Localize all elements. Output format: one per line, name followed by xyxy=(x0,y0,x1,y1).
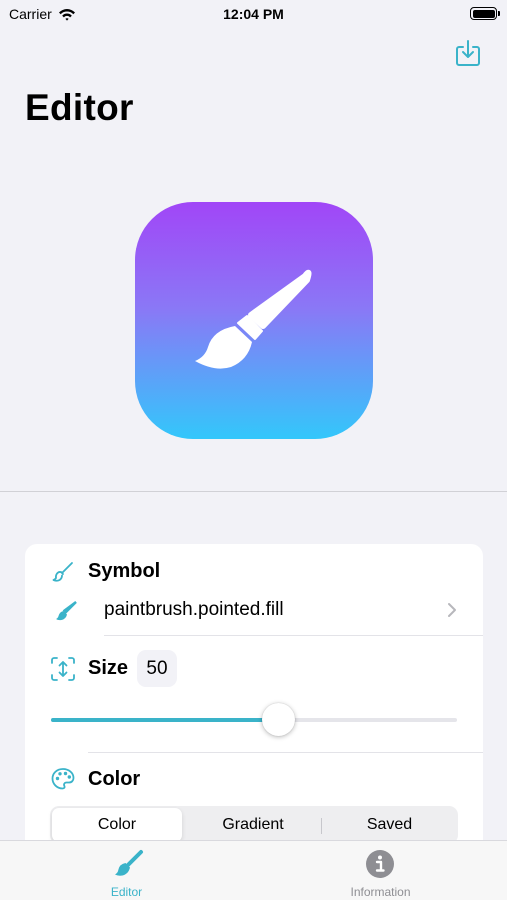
chevron-right-icon xyxy=(448,603,456,617)
segment-saved[interactable]: Saved xyxy=(323,808,456,842)
clock: 12:04 PM xyxy=(223,6,284,22)
segment-gradient[interactable]: Gradient xyxy=(187,808,319,842)
battery-icon xyxy=(470,7,500,20)
paintbrush-icon xyxy=(115,850,143,876)
tab-editor-label: Editor xyxy=(110,885,143,899)
tab-bar: Editor Information xyxy=(0,840,507,900)
info-circle-icon xyxy=(366,850,394,878)
row-separator xyxy=(104,635,483,636)
resize-icon xyxy=(51,657,75,681)
symbol-picker-row[interactable]: paintbrush.pointed.fill xyxy=(104,599,284,621)
segment-divider xyxy=(321,818,322,834)
square-and-arrow-down-icon xyxy=(456,40,480,66)
segment-color[interactable]: Color xyxy=(52,808,182,842)
size-label: Size xyxy=(88,657,129,679)
paintbrush-outline-icon xyxy=(52,562,73,582)
header-divider xyxy=(0,491,507,492)
tab-information-label: Information xyxy=(350,885,411,899)
row-separator xyxy=(88,752,483,753)
size-value-badge: 50 xyxy=(137,650,177,687)
paintbrush-pointed-fill-small-icon xyxy=(56,601,77,621)
export-button[interactable] xyxy=(454,38,482,68)
color-label: Color xyxy=(88,768,141,790)
symbol-label: Symbol xyxy=(88,560,161,582)
icon-preview xyxy=(135,202,373,439)
color-mode-segmented-control: Color Gradient Saved xyxy=(50,806,458,844)
page-title: Editor xyxy=(25,87,134,128)
slider-thumb[interactable] xyxy=(261,703,295,736)
paintbrush-pointed-fill-icon xyxy=(195,269,312,369)
tab-editor[interactable]: Editor xyxy=(0,841,253,900)
tab-information[interactable]: Information xyxy=(254,841,507,900)
slider-fill xyxy=(51,718,279,722)
status-bar: Carrier 12:04 PM xyxy=(0,0,507,30)
palette-icon xyxy=(51,768,75,790)
size-slider[interactable] xyxy=(51,718,457,722)
